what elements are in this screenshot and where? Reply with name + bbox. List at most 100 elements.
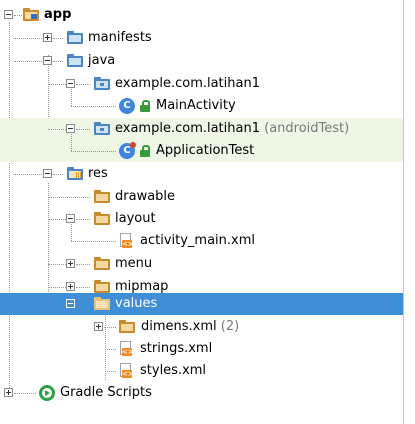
tree-line xyxy=(48,287,66,288)
tree-line xyxy=(48,129,66,130)
tree-line xyxy=(14,38,42,39)
tree-row-layout[interactable]: layout xyxy=(0,208,403,230)
tree-line xyxy=(76,129,90,130)
tree-line xyxy=(14,393,36,394)
tree-label: MainActivity xyxy=(156,98,236,113)
class-icon: C xyxy=(119,98,135,114)
collapse-toggle[interactable] xyxy=(66,299,75,308)
tree-line xyxy=(105,349,116,350)
lock-icon xyxy=(140,100,150,112)
file-count: (2) xyxy=(220,319,240,334)
tree-row-java[interactable]: java xyxy=(0,50,403,72)
tree-label: layout xyxy=(115,211,156,226)
tree-line xyxy=(76,287,90,288)
tree-line xyxy=(71,241,116,242)
tree-label: values xyxy=(115,296,158,311)
folder-icon xyxy=(94,297,110,310)
tree-line xyxy=(104,327,116,328)
tree-label: drawable xyxy=(115,189,176,204)
tree-label: activity_main.xml xyxy=(140,233,256,248)
tree-label: styles.xml xyxy=(140,363,207,378)
tree-label: menu xyxy=(115,256,153,271)
tree-line xyxy=(76,84,90,85)
folder-icon xyxy=(67,31,83,44)
tree-line xyxy=(71,134,72,151)
tree-line xyxy=(71,89,72,106)
collapse-toggle[interactable] xyxy=(66,214,75,223)
tree-row-menu[interactable]: menu xyxy=(0,253,403,275)
tree-line xyxy=(105,371,116,372)
tree-row-package-main[interactable]: example.com.latihan1 xyxy=(0,73,403,95)
expand-toggle[interactable] xyxy=(66,282,75,291)
package-icon xyxy=(94,122,110,135)
folder-icon xyxy=(94,212,110,225)
tree-label: example.com.latihan1 (androidTest) xyxy=(115,118,349,140)
tree-row-drawable[interactable]: drawable xyxy=(0,186,403,208)
expand-toggle[interactable] xyxy=(4,388,13,397)
folder-icon xyxy=(119,320,135,333)
tree-label: app xyxy=(44,7,72,22)
collapse-toggle[interactable] xyxy=(66,124,75,133)
tree-row-gradle-scripts[interactable]: Gradle Scripts xyxy=(0,382,403,404)
tree-line xyxy=(71,224,72,241)
folder-icon xyxy=(94,190,110,203)
tree-line xyxy=(53,38,63,39)
tree-line xyxy=(48,219,66,220)
tree-label: java xyxy=(88,53,116,68)
tree-line xyxy=(48,264,66,265)
tree-label: manifests xyxy=(88,30,152,45)
collapse-toggle[interactable] xyxy=(43,56,52,65)
tree-line xyxy=(53,61,63,62)
tree-line xyxy=(53,174,63,175)
folder-icon xyxy=(94,257,110,270)
tree-line xyxy=(71,106,116,107)
tree-row-application-test[interactable]: C ApplicationTest xyxy=(0,134,403,162)
tree-line xyxy=(14,174,42,175)
tree-row-strings[interactable]: <> strings.xml xyxy=(0,338,403,360)
tree-row-styles[interactable]: <> styles.xml xyxy=(0,360,403,382)
module-folder-icon xyxy=(23,8,39,21)
tree-line xyxy=(76,264,90,265)
tree-row-dimens[interactable]: dimens.xml (2) xyxy=(0,316,403,338)
folder-icon xyxy=(94,280,110,293)
expand-toggle[interactable] xyxy=(66,259,75,268)
tree-label: strings.xml xyxy=(140,341,213,356)
tree-row-manifests[interactable]: manifests xyxy=(0,27,403,49)
tree-label: Gradle Scripts xyxy=(60,385,152,400)
tree-line xyxy=(14,61,42,62)
xml-file-icon: <> xyxy=(119,233,134,249)
tree-row-package-test[interactable]: example.com.latihan1 (androidTest) xyxy=(0,118,403,140)
tree-line xyxy=(76,219,90,220)
test-class-icon: C xyxy=(119,142,136,159)
folder-icon xyxy=(67,54,83,67)
expand-toggle[interactable] xyxy=(43,33,52,42)
xml-file-icon: <> xyxy=(119,363,134,379)
lock-icon xyxy=(140,145,150,157)
collapse-toggle[interactable] xyxy=(43,169,52,178)
package-icon xyxy=(94,77,110,90)
panel-border xyxy=(403,0,404,424)
tree-row-values[interactable]: values xyxy=(0,293,403,315)
tree-label: example.com.latihan1 xyxy=(115,76,260,91)
tree-line xyxy=(14,15,22,16)
tree-line xyxy=(71,151,116,152)
resources-folder-icon xyxy=(67,167,83,180)
tree-label: res xyxy=(88,166,108,181)
tree-line xyxy=(48,197,90,198)
xml-file-icon: <> xyxy=(119,341,134,357)
collapse-toggle[interactable] xyxy=(66,79,75,88)
expand-toggle[interactable] xyxy=(94,322,103,331)
gradle-icon xyxy=(39,385,55,401)
tree-row-res[interactable]: res xyxy=(0,163,403,185)
tree-row-app[interactable]: app xyxy=(0,4,403,26)
tree-line xyxy=(48,84,66,85)
tree-row-activity-main[interactable]: <> activity_main.xml xyxy=(0,224,403,252)
source-set-label: (androidTest) xyxy=(264,121,350,136)
project-tree: app manifests java example.com.latihan1 … xyxy=(0,0,415,424)
tree-label: ApplicationTest xyxy=(156,143,255,158)
tree-row-main-activity[interactable]: C MainActivity xyxy=(0,89,403,117)
collapse-toggle[interactable] xyxy=(4,10,13,19)
tree-label: dimens.xml (2) xyxy=(141,316,239,338)
package-name: example.com.latihan1 xyxy=(115,121,260,136)
file-name: dimens.xml xyxy=(141,319,217,334)
